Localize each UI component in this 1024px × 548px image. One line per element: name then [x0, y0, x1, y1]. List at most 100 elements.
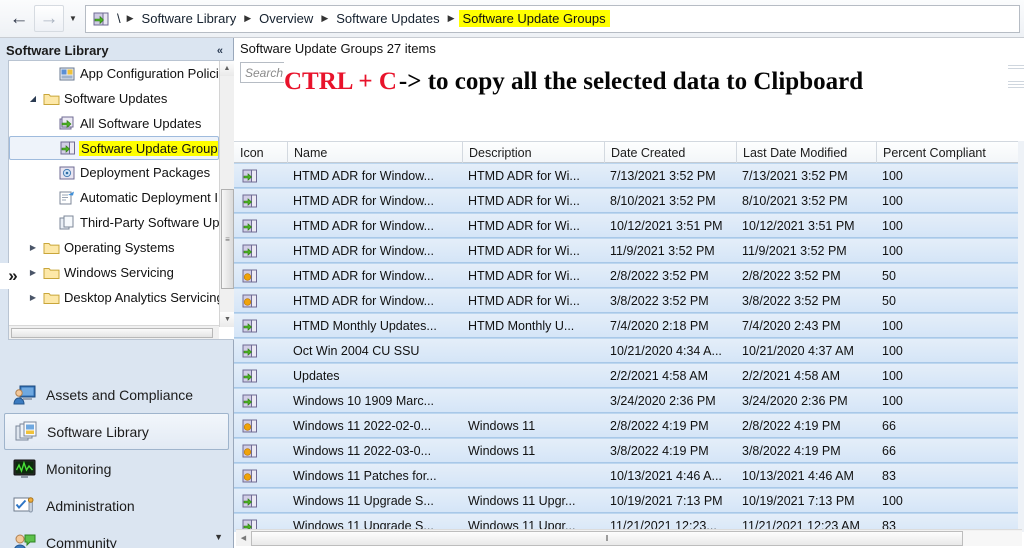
- column-header-percent-compliant[interactable]: Percent Compliant: [876, 142, 1018, 164]
- tree-item-automatic-deployment-i[interactable]: Automatic Deployment I: [9, 185, 219, 210]
- results-horizontal-scrollbar[interactable]: ◀ ‖: [236, 529, 1022, 546]
- column-header-icon[interactable]: Icon: [234, 142, 287, 164]
- expander-closed-icon[interactable]: ▶: [25, 293, 41, 302]
- folder-icon: [43, 242, 59, 254]
- table-row[interactable]: HTMD ADR for Window... HTMD ADR for Wi...…: [234, 238, 1024, 263]
- breadcrumb-item-software-update-groups[interactable]: Software Update Groups: [458, 10, 610, 27]
- cell-percent-compliant: 66: [876, 413, 1018, 438]
- cell-text: 2/2/2021 4:58 AM: [742, 368, 840, 383]
- cell-text: Windows 11 Upgrade S...: [293, 493, 434, 508]
- cell-date-created: 7/4/2020 2:18 PM: [604, 313, 736, 338]
- cell-last-modified: 11/9/2021 3:52 PM: [736, 238, 876, 263]
- breadcrumb-separator[interactable]: ▶: [124, 13, 137, 24]
- cell-text: HTMD ADR for Wi...: [468, 243, 580, 258]
- cell-date-created: 8/10/2021 3:52 PM: [604, 188, 736, 213]
- tree-item-operating-systems[interactable]: ▶ Operating Systems: [9, 235, 219, 260]
- cell-date-created: 10/21/2020 4:34 A...: [604, 338, 736, 363]
- tree-item-deployment-packages[interactable]: Deployment Packages: [9, 160, 219, 185]
- cell-text: 100: [882, 343, 903, 358]
- update-group-orange-icon: [242, 469, 257, 482]
- cell-text: Windows 11 Patches for...: [293, 468, 437, 483]
- table-row[interactable]: HTMD ADR for Window... HTMD ADR for Wi...…: [234, 263, 1024, 288]
- expander-closed-icon[interactable]: ▶: [25, 268, 41, 277]
- column-header-last-date-modified[interactable]: Last Date Modified: [736, 142, 876, 164]
- expand-pane-button[interactable]: »: [0, 263, 26, 289]
- cell-icon: [234, 163, 287, 188]
- tree-hscrollbar-thumb[interactable]: [11, 328, 213, 338]
- scroll-left-button[interactable]: ◀: [236, 534, 251, 542]
- column-header-description[interactable]: Description: [462, 142, 604, 164]
- tree-item-software-update-groups[interactable]: Software Update Groups: [9, 136, 219, 160]
- back-button[interactable]: ←: [4, 5, 34, 32]
- breadcrumb-separator[interactable]: ▶: [445, 13, 458, 24]
- scroll-up-button[interactable]: ▲: [220, 61, 234, 76]
- table-row[interactable]: HTMD ADR for Window... HTMD ADR for Wi...…: [234, 163, 1024, 188]
- cell-description: [462, 338, 604, 363]
- collapse-pane-button[interactable]: «: [217, 45, 227, 57]
- tree-horizontal-scrollbar[interactable]: [9, 325, 219, 339]
- breadcrumb-item-software-library[interactable]: Software Library: [138, 10, 241, 27]
- tree-item-desktop-analytics-servicing[interactable]: ▶ Desktop Analytics Servicing: [9, 285, 219, 310]
- table-row[interactable]: HTMD ADR for Window... HTMD ADR for Wi...…: [234, 288, 1024, 313]
- expander-open-icon[interactable]: ◢: [25, 94, 41, 103]
- hscrollbar-thumb[interactable]: ‖: [251, 530, 963, 546]
- tree-item-third-party-software-up[interactable]: Third-Party Software Up: [9, 210, 219, 235]
- recent-locations-button[interactable]: ▼: [64, 5, 82, 32]
- cell-description: Windows 11 Upgr...: [462, 488, 604, 513]
- workspace-item-community[interactable]: Community: [4, 524, 229, 548]
- workspace-item-administration[interactable]: Administration: [4, 487, 229, 524]
- cell-description: HTMD ADR for Wi...: [462, 238, 604, 263]
- column-header-name[interactable]: Name▲: [287, 142, 462, 164]
- column-header-date-created[interactable]: Date Created: [604, 142, 736, 164]
- breadcrumb[interactable]: \ ▶ Software Library ▶ Overview ▶ Softwa…: [85, 4, 1020, 33]
- table-body: HTMD ADR for Window... HTMD ADR for Wi...…: [234, 163, 1024, 532]
- table-row[interactable]: Windows 11 2022-03-0... Windows 11 3/8/202…: [234, 438, 1024, 463]
- table-row[interactable]: HTMD ADR for Window... HTMD ADR for Wi...…: [234, 188, 1024, 213]
- cell-last-modified: 3/24/2020 2:36 PM: [736, 388, 876, 413]
- breadcrumb-item-overview[interactable]: Overview: [255, 10, 317, 27]
- breadcrumb-separator[interactable]: ▶: [241, 13, 254, 24]
- tree-item-all-software-updates[interactable]: All Software Updates: [9, 111, 219, 136]
- table-row[interactable]: Windows 10 1909 Marc... 3/24/2020 2:36 PM…: [234, 388, 1024, 413]
- tree-item-icon: [57, 165, 78, 181]
- breadcrumb-item-software-updates[interactable]: Software Updates: [332, 10, 443, 27]
- cell-description: Windows 11: [462, 413, 604, 438]
- hscrollbar-track[interactable]: ‖: [251, 530, 1022, 546]
- cell-name: HTMD ADR for Window...: [287, 288, 462, 313]
- cell-name: Oct Win 2004 CU SSU: [287, 338, 462, 363]
- cell-text: 66: [882, 443, 896, 458]
- workspace-overflow-button[interactable]: ▼: [214, 532, 223, 542]
- tree-item-app-configuration-polici[interactable]: App Configuration Polici: [9, 61, 219, 86]
- cell-name: Windows 11 Patches for...: [287, 463, 462, 488]
- table-row[interactable]: HTMD ADR for Window... HTMD ADR for Wi...…: [234, 213, 1024, 238]
- tree-scrollbar-thumb[interactable]: ≡: [221, 189, 234, 289]
- table-row[interactable]: Windows 11 Patches for... 10/13/2021 4:46…: [234, 463, 1024, 488]
- scroll-down-button[interactable]: ▼: [220, 312, 234, 327]
- expander-closed-icon[interactable]: ▶: [25, 243, 41, 252]
- tree-item-software-updates[interactable]: ◢ Software Updates: [9, 86, 219, 111]
- table-row[interactable]: Windows 11 2022-02-0... Windows 11 2/8/202…: [234, 413, 1024, 438]
- breadcrumb-separator[interactable]: ▶: [318, 13, 331, 24]
- table-row[interactable]: HTMD Monthly Updates... HTMD Monthly U...…: [234, 313, 1024, 338]
- forward-button[interactable]: →: [34, 5, 64, 32]
- workspace-item-software-library[interactable]: Software Library: [4, 413, 229, 450]
- tree-item-windows-servicing[interactable]: ▶ Windows Servicing: [9, 260, 219, 285]
- breadcrumb-root[interactable]: \: [113, 11, 123, 26]
- cell-percent-compliant: 100: [876, 213, 1018, 238]
- cell-text: 100: [882, 243, 903, 258]
- cell-text: HTMD ADR for Window...: [293, 218, 434, 233]
- table-row[interactable]: Oct Win 2004 CU SSU 10/21/2020 4:34 A... 1…: [234, 338, 1024, 363]
- cell-icon: [234, 213, 287, 238]
- search-placeholder: Search: [245, 65, 284, 80]
- table-row[interactable]: Updates 2/2/2021 4:58 AM 2/2/2021 4:58 AM 1…: [234, 363, 1024, 388]
- table-row[interactable]: Windows 11 Upgrade S... Windows 11 Upgr..…: [234, 488, 1024, 513]
- cell-percent-compliant: 100: [876, 388, 1018, 413]
- cell-icon: [234, 263, 287, 288]
- tree-item-icon: [57, 66, 78, 82]
- workspace-item-monitoring[interactable]: Monitoring: [4, 450, 229, 487]
- tree-vertical-scrollbar[interactable]: ▲ ≡ ▼: [219, 61, 234, 327]
- cell-date-created: 7/13/2021 3:52 PM: [604, 163, 736, 188]
- third-party-update-icon: [59, 215, 74, 229]
- workspace-item-assets-and-compliance[interactable]: Assets and Compliance: [4, 376, 229, 413]
- folder-icon: [43, 267, 59, 279]
